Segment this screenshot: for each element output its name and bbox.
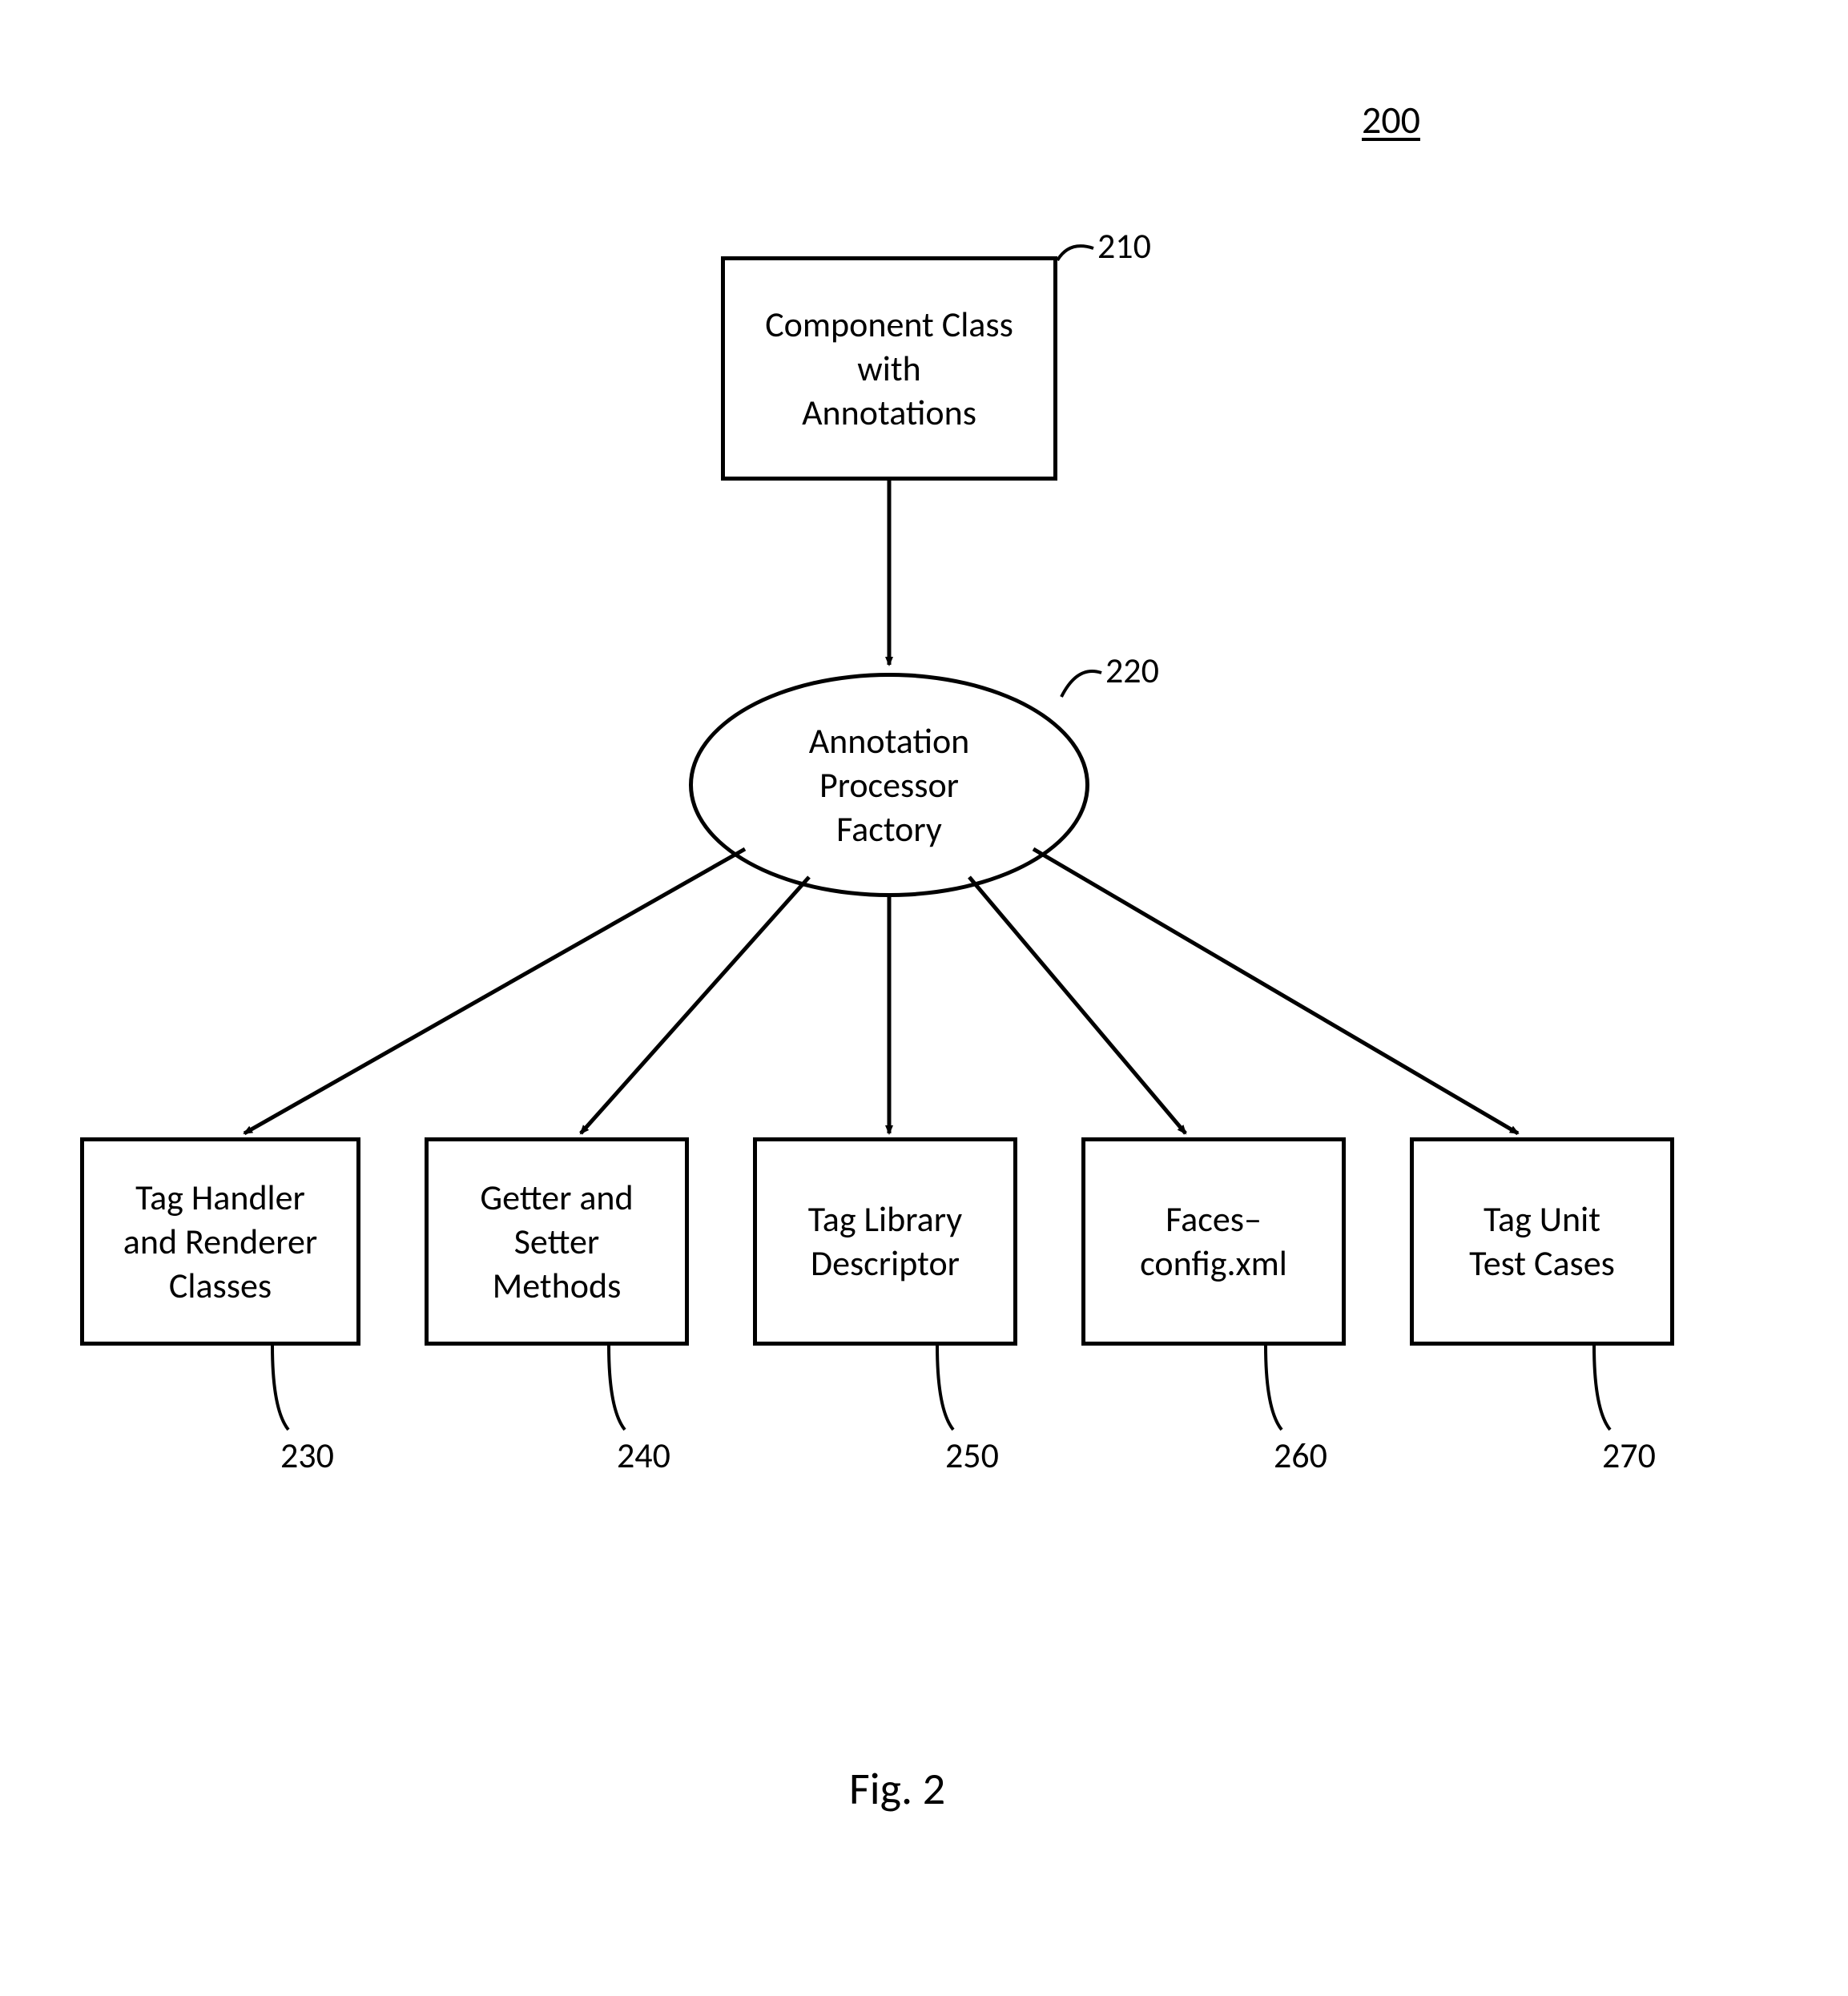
node-tag-library: Tag Library Descriptor <box>753 1137 1017 1346</box>
figure-number: 200 <box>1362 96 1420 143</box>
ref-250: 250 <box>945 1434 999 1477</box>
node-tag-unit-tests-label: Tag Unit Test Cases <box>1469 1197 1615 1286</box>
ref-230: 230 <box>280 1434 334 1477</box>
node-tag-handler: Tag Handler and Renderer Classes <box>80 1137 360 1346</box>
node-getter-setter: Getter and Setter Methods <box>425 1137 689 1346</box>
node-annotation-factory-label: Annotation Processor Factory <box>809 719 970 851</box>
node-component-class-label: Component Class with Annotations <box>765 303 1013 435</box>
node-getter-setter-label: Getter and Setter Methods <box>480 1176 633 1308</box>
node-faces-config: Faces– config.xml <box>1081 1137 1346 1346</box>
node-annotation-factory: Annotation Processor Factory <box>689 673 1089 897</box>
node-tag-handler-label: Tag Handler and Renderer Classes <box>123 1176 317 1308</box>
ref-240: 240 <box>617 1434 670 1477</box>
ref-270: 270 <box>1602 1434 1656 1477</box>
node-component-class: Component Class with Annotations <box>721 256 1057 481</box>
node-tag-unit-tests: Tag Unit Test Cases <box>1410 1137 1674 1346</box>
figure-caption: Fig. 2 <box>849 1762 945 1817</box>
ref-220: 220 <box>1105 649 1159 692</box>
ref-210: 210 <box>1097 224 1151 268</box>
node-tag-library-label: Tag Library Descriptor <box>808 1197 962 1286</box>
node-faces-config-label: Faces– config.xml <box>1140 1197 1287 1286</box>
ref-260: 260 <box>1274 1434 1327 1477</box>
diagram-canvas: 200 Component Class with Annotations 210… <box>0 0 1848 1996</box>
